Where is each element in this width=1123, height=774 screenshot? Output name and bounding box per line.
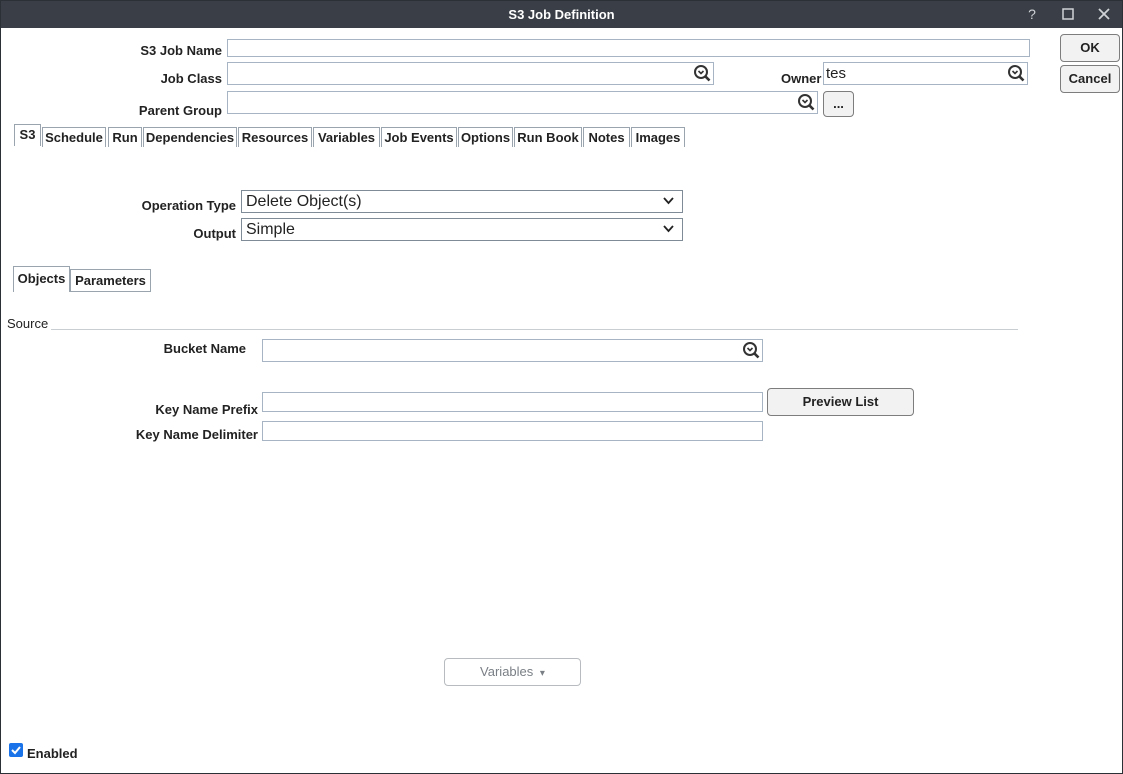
- title-bar: S3 Job Definition ?: [1, 1, 1122, 28]
- owner-input[interactable]: tes: [823, 62, 1028, 85]
- tab-options[interactable]: Options: [458, 127, 513, 147]
- enabled-checkbox[interactable]: [9, 743, 23, 757]
- job-name-label: S3 Job Name: [140, 43, 222, 58]
- job-class-label: Job Class: [160, 71, 222, 86]
- browse-parent-group-button[interactable]: ...: [823, 91, 854, 117]
- operation-type-select[interactable]: Delete Object(s): [241, 190, 683, 213]
- tab-run-book[interactable]: Run Book: [514, 127, 582, 147]
- cancel-button[interactable]: Cancel: [1060, 65, 1120, 93]
- owner-value: tes: [826, 65, 847, 82]
- variables-button-label: Variables: [480, 664, 534, 679]
- key-prefix-input[interactable]: [262, 392, 763, 412]
- subtab-objects[interactable]: Objects: [13, 266, 70, 292]
- caret-down-icon: ▾: [539, 668, 545, 679]
- bucket-name-label: Bucket Name: [163, 341, 246, 356]
- tab-s3[interactable]: S3: [14, 124, 41, 146]
- key-delimiter-label: Key Name Delimiter: [135, 427, 258, 442]
- parent-group-label: Parent Group: [138, 103, 222, 118]
- output-value: Simple: [246, 221, 295, 238]
- chevron-down-icon: [663, 197, 674, 205]
- source-divider: [51, 329, 1018, 330]
- checkmark-icon: [11, 746, 21, 755]
- job-class-input[interactable]: [227, 62, 714, 85]
- chevron-down-icon: [663, 225, 674, 233]
- close-icon[interactable]: [1093, 4, 1115, 24]
- output-label: Output: [193, 226, 236, 241]
- parent-group-input[interactable]: [227, 91, 818, 114]
- tab-run[interactable]: Run: [108, 127, 142, 147]
- tab-job-events[interactable]: Job Events: [381, 127, 457, 147]
- lookup-icon[interactable]: [742, 341, 760, 359]
- job-definition-dialog: S3 Job Definition ? S3 Job Name Job Clas…: [0, 0, 1123, 774]
- operation-type-value: Delete Object(s): [246, 193, 362, 210]
- source-section-label: Source: [7, 316, 49, 331]
- tab-resources[interactable]: Resources: [238, 127, 312, 147]
- enabled-label: Enabled: [27, 746, 78, 761]
- tab-variables[interactable]: Variables: [313, 127, 380, 147]
- tab-dependencies[interactable]: Dependencies: [143, 127, 237, 147]
- ok-button[interactable]: OK: [1060, 34, 1120, 62]
- help-icon[interactable]: ?: [1021, 4, 1043, 24]
- maximize-icon[interactable]: [1057, 4, 1079, 24]
- job-name-input[interactable]: [227, 39, 1030, 57]
- output-select[interactable]: Simple: [241, 218, 683, 241]
- bucket-name-input[interactable]: [262, 339, 763, 362]
- tab-notes[interactable]: Notes: [583, 127, 630, 147]
- tab-images[interactable]: Images: [631, 127, 685, 147]
- window-title: S3 Job Definition: [508, 7, 615, 22]
- operation-type-label: Operation Type: [141, 198, 236, 213]
- lookup-icon[interactable]: [1007, 64, 1025, 82]
- lookup-icon[interactable]: [693, 64, 711, 82]
- owner-label: Owner: [781, 71, 822, 86]
- key-delimiter-input[interactable]: [262, 421, 763, 441]
- tab-schedule[interactable]: Schedule: [42, 127, 106, 147]
- lookup-icon[interactable]: [797, 93, 815, 111]
- preview-list-button[interactable]: Preview List: [767, 388, 914, 416]
- variables-dropdown-button[interactable]: Variables ▾: [444, 658, 581, 686]
- subtab-parameters[interactable]: Parameters: [70, 269, 151, 292]
- key-prefix-label: Key Name Prefix: [155, 402, 258, 417]
